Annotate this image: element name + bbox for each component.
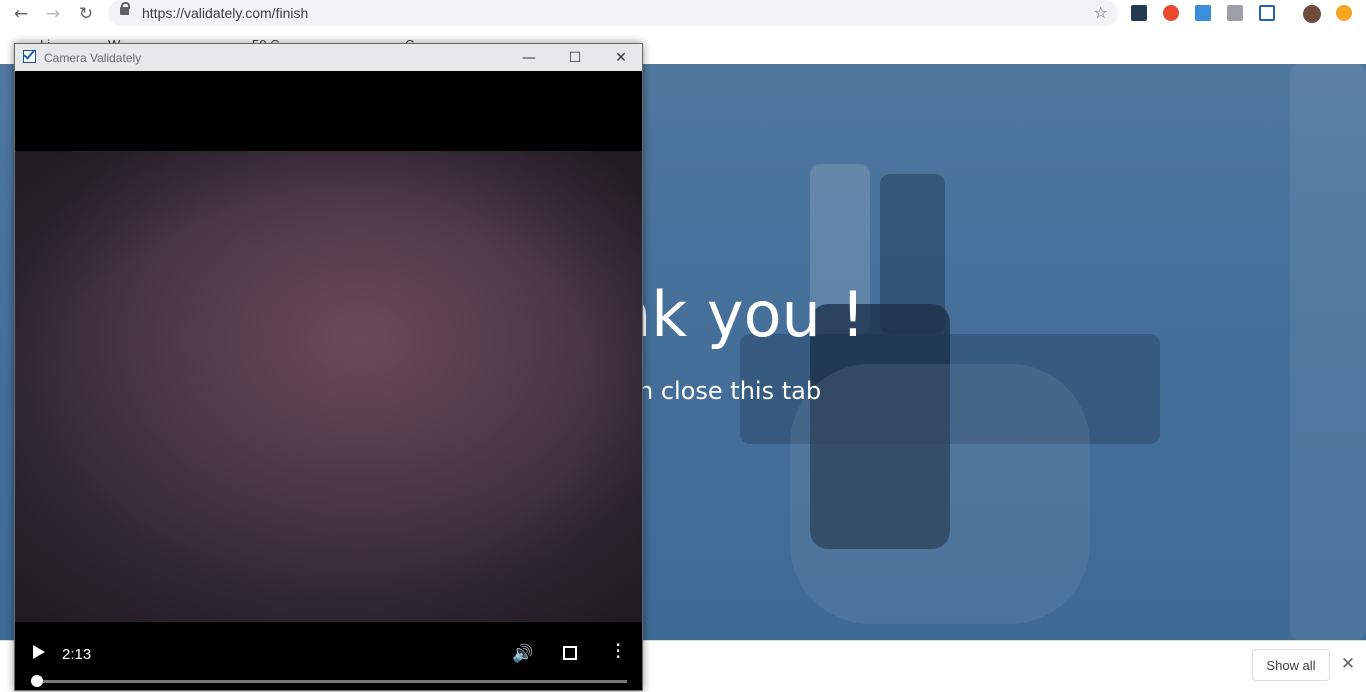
volume-icon[interactable]: 🔊 <box>512 644 533 664</box>
minimize-icon[interactable]: — <box>506 44 552 71</box>
fullscreen-icon[interactable] <box>563 646 577 660</box>
close-icon[interactable]: ✕ <box>1338 654 1358 674</box>
back-icon[interactable]: ← <box>10 3 32 25</box>
thank-you-heading: nk you ! <box>612 278 866 351</box>
background-hand <box>790 364 1090 624</box>
camera-video[interactable] <box>15 151 642 622</box>
more-options-icon[interactable]: · · · <box>615 635 621 667</box>
reload-icon[interactable]: ↻ <box>75 3 97 25</box>
camera-icon[interactable] <box>1227 5 1243 21</box>
playback-time: 2:13 <box>62 646 92 663</box>
play-icon[interactable] <box>33 645 45 659</box>
video-letterbox <box>15 71 642 151</box>
lock-icon <box>120 2 130 15</box>
close-tab-message: n close this tab <box>638 377 822 405</box>
profile-icon[interactable] <box>1303 5 1321 23</box>
validately-app-icon <box>23 50 36 63</box>
browser-toolbar: ← → ↻ https://validately.com/finish ☆ <box>0 0 1366 27</box>
window-titlebar[interactable]: Camera Validately — ☐ ✕ <box>15 44 642 71</box>
validately-icon[interactable] <box>1259 5 1275 21</box>
extension-2-icon[interactable] <box>1163 5 1179 21</box>
address-bar[interactable]: https://validately.com/finish ☆ <box>108 0 1118 26</box>
show-all-button[interactable]: Show all <box>1252 649 1330 681</box>
maximize-icon[interactable]: ☐ <box>552 44 598 71</box>
progress-knob[interactable] <box>31 675 43 687</box>
progress-track[interactable] <box>37 680 627 683</box>
camera-popup-window: Camera Validately — ☐ ✕ 2:13 🔊 · · · <box>14 43 643 691</box>
url-text: https://validately.com/finish <box>142 5 309 21</box>
window-title: Camera Validately <box>44 51 142 65</box>
background-panel <box>1290 64 1366 640</box>
bookmark-star-icon[interactable]: ☆ <box>1094 3 1108 22</box>
download-icon[interactable] <box>1195 5 1211 21</box>
forward-icon[interactable]: → <box>42 3 64 25</box>
extension-1-icon[interactable] <box>1131 5 1147 21</box>
update-icon[interactable] <box>1336 5 1352 21</box>
close-window-icon[interactable]: ✕ <box>598 44 644 71</box>
